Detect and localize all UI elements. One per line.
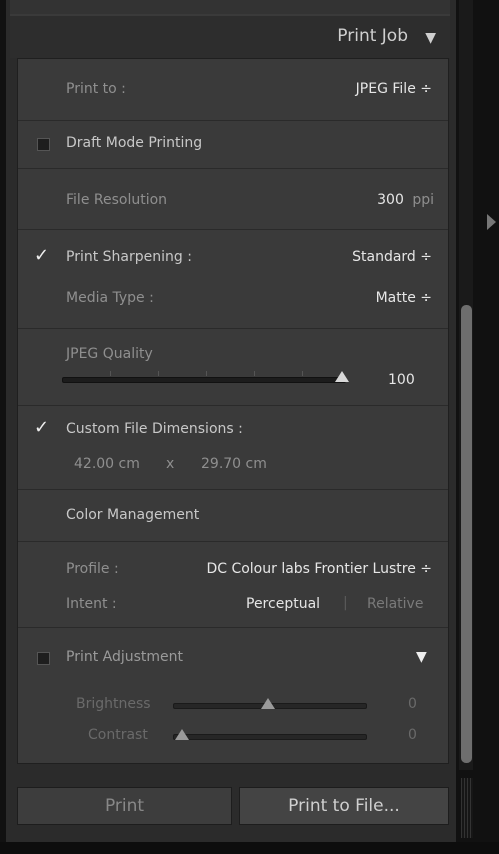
media-type-label: Media Type : [66,290,154,306]
previous-section-edge [10,0,450,16]
print-button[interactable]: Print [17,787,232,825]
custom-dims-x: x [166,456,175,472]
brightness-label: Brightness [76,696,151,712]
brightness-value[interactable]: 0 [408,696,417,712]
triangle-down-icon[interactable]: ▼ [416,649,427,665]
print-job-header[interactable]: Print Job ▼ [10,16,450,58]
divider [18,120,448,121]
panel-expand-arrow-icon[interactable] [487,214,496,230]
print-to-file-button[interactable]: Print to File... [239,787,449,825]
slider-tick [158,371,159,376]
intent-relative[interactable]: Relative [367,596,423,612]
sharpening-label: Print Sharpening : [66,249,192,265]
custom-dims-checkbox-checked[interactable]: ✓ [34,417,49,438]
file-resolution-unit: ppi [412,192,434,208]
divider [18,328,448,329]
file-resolution-value[interactable]: 300 [377,192,404,208]
profile-label: Profile : [66,561,119,577]
scrollbar-thumb[interactable] [461,305,472,763]
print-to-label: Print to : [66,81,126,97]
divider [18,168,448,169]
bottom-edge [0,842,499,854]
print-adjustment-checkbox[interactable] [37,652,50,665]
slider-tick [302,371,303,376]
resize-grip[interactable] [461,778,473,838]
divider [18,541,448,542]
print-to-select[interactable]: JPEG File ÷ [356,81,432,97]
divider [18,489,448,490]
draft-mode-label: Draft Mode Printing [66,135,203,151]
profile-select[interactable]: DC Colour labs Frontier Lustre ÷ [206,561,432,577]
file-resolution-field[interactable]: 300 ppi [377,192,434,208]
sharpening-select[interactable]: Standard ÷ [352,249,432,265]
section-title: Print Job [337,26,408,46]
draft-mode-checkbox[interactable] [37,138,50,151]
brightness-slider-knob[interactable] [261,698,275,709]
print-adjustment-label: Print Adjustment [66,649,184,665]
sharpening-checkbox-checked[interactable]: ✓ [34,245,49,266]
intent-label: Intent : [66,596,117,612]
divider [18,229,448,230]
slider-tick [110,371,111,376]
media-type-select[interactable]: Matte ÷ [376,290,432,306]
custom-dims-height[interactable]: 29.70 cm [201,456,267,472]
contrast-label: Contrast [88,727,148,743]
contrast-slider[interactable] [173,734,367,740]
jpeg-quality-slider-knob[interactable] [335,371,349,382]
triangle-down-icon[interactable]: ▼ [425,30,436,46]
intent-divider: | [343,595,348,611]
divider [18,627,448,628]
jpeg-quality-label: JPEG Quality [66,346,153,362]
jpeg-quality-slider[interactable] [62,377,346,383]
file-resolution-label: File Resolution [66,192,168,208]
contrast-value[interactable]: 0 [408,727,417,743]
divider [18,405,448,406]
custom-dims-label: Custom File Dimensions : [66,421,243,437]
color-management-heading: Color Management [66,507,200,523]
slider-tick [254,371,255,376]
jpeg-quality-value[interactable]: 100 [388,372,415,388]
slider-tick [206,371,207,376]
print-job-panel: Print to : JPEG File ÷ Draft Mode Printi… [17,58,449,764]
contrast-slider-knob[interactable] [175,729,189,740]
intent-perceptual[interactable]: Perceptual [246,596,320,612]
custom-dims-width[interactable]: 42.00 cm [74,456,140,472]
